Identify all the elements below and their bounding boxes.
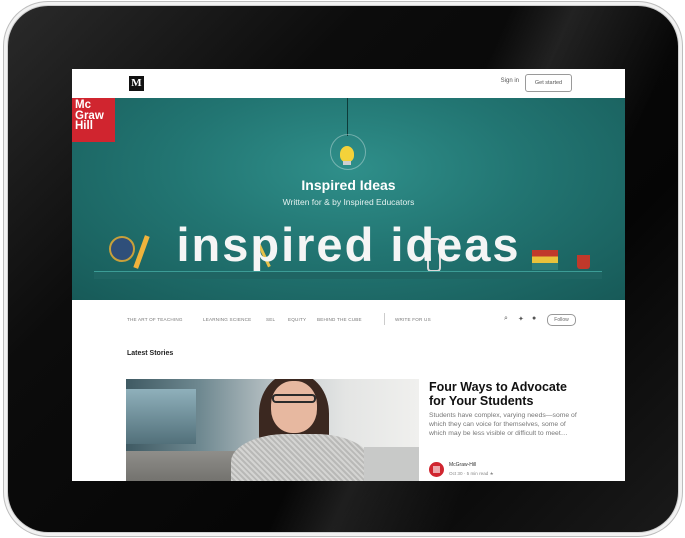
- author-name[interactable]: McGraw-Hill: [449, 462, 476, 468]
- bulb-cord: [347, 98, 348, 136]
- story-title[interactable]: Four Ways to Advocate for Your Students: [429, 380, 579, 408]
- follow-button[interactable]: Follow: [547, 314, 576, 326]
- nav-item-art-of-teaching[interactable]: THE ART OF TEACHING: [127, 317, 183, 322]
- hero-banner: Mc Graw Hill Inspired Ideas Written for …: [72, 98, 625, 300]
- browser-screen: M Sign in Get started Mc Graw Hill Inspi…: [72, 69, 625, 481]
- medium-logo[interactable]: M: [129, 76, 144, 91]
- photo-face: [271, 381, 317, 433]
- hero-wordmark: inspired ideas: [176, 218, 521, 271]
- nav-item-behind-the-cube[interactable]: BEHIND THE CUBE: [317, 317, 362, 322]
- facebook-icon[interactable]: ●: [532, 315, 536, 322]
- category-nav: THE ART OF TEACHING LEARNING SCIENCE SEL…: [72, 300, 625, 340]
- nav-item-equity[interactable]: EQUITY: [288, 317, 306, 322]
- hero-subtitle: Written for & by Inspired Educators: [282, 197, 415, 207]
- photo-glasses: [272, 394, 316, 403]
- photo-laptop: [364, 447, 419, 481]
- tablet-frame: M Sign in Get started Mc Graw Hill Inspi…: [8, 6, 678, 532]
- get-started-button[interactable]: Get started: [525, 74, 572, 92]
- hero-title: Inspired Ideas: [301, 177, 396, 193]
- nav-item-sel[interactable]: SEL: [266, 317, 275, 322]
- nav-item-write-for-us[interactable]: WRITE FOR US: [395, 317, 431, 322]
- top-bar: M Sign in Get started: [72, 69, 625, 99]
- search-icon[interactable]: ⌕: [504, 315, 508, 323]
- nav-divider: [384, 313, 385, 325]
- sign-in-link[interactable]: Sign in: [501, 78, 519, 84]
- shelf: [94, 271, 602, 279]
- mcgraw-hill-logo-text: Mc Graw Hill: [75, 99, 104, 132]
- author-avatar[interactable]: [429, 462, 444, 477]
- lightbulb-base: [343, 161, 351, 165]
- story-image[interactable]: [126, 379, 419, 481]
- photo-window: [126, 389, 196, 444]
- story-meta: Oct 30 · 5 min read ★: [449, 471, 494, 476]
- story-description[interactable]: Students have complex, varying needs—som…: [429, 411, 579, 438]
- lightbulb-icon: [340, 146, 354, 162]
- nav-item-learning-science[interactable]: LEARNING SCIENCE: [203, 317, 251, 322]
- twitter-icon[interactable]: ✦: [518, 315, 524, 323]
- photo-sweater: [231, 434, 371, 481]
- latest-stories-heading: Latest Stories: [127, 350, 174, 357]
- mcgraw-hill-logo[interactable]: Mc Graw Hill: [72, 98, 115, 142]
